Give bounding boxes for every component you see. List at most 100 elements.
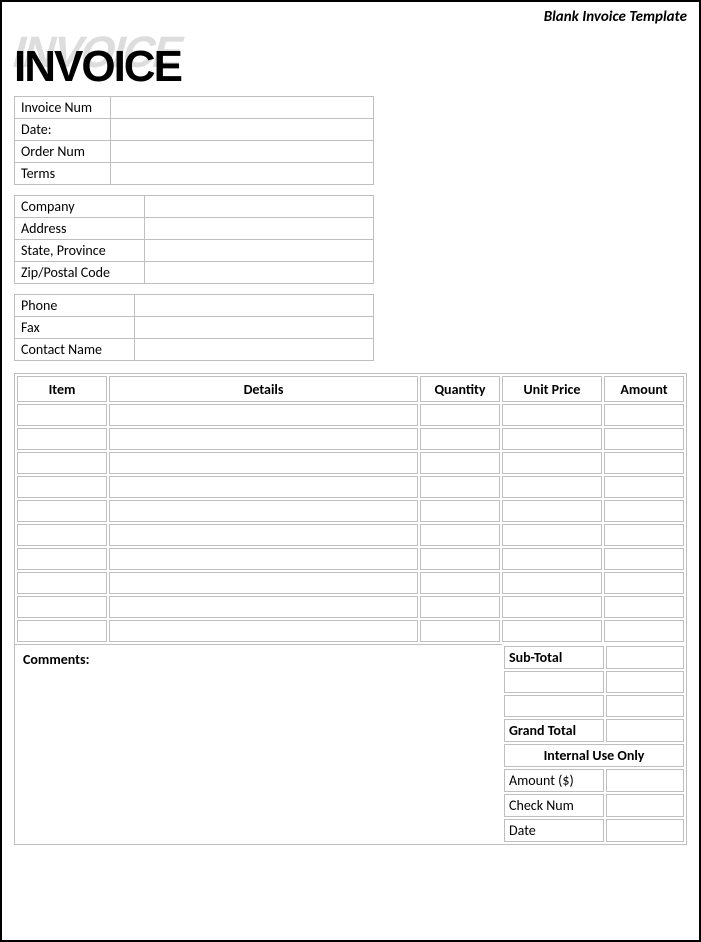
cell-quantity[interactable] <box>420 524 500 546</box>
comments-label: Comments: <box>23 651 89 668</box>
cell-details[interactable] <box>109 452 418 474</box>
cell-details[interactable] <box>109 620 418 642</box>
cell-amount[interactable] <box>604 548 684 570</box>
internal-checknum-value[interactable] <box>606 794 684 817</box>
cell-unitPrice[interactable] <box>502 548 602 570</box>
cell-item[interactable] <box>17 404 107 426</box>
contact-name-value[interactable] <box>135 339 373 360</box>
cell-details[interactable] <box>109 548 418 570</box>
totals-blank-2b[interactable] <box>606 695 684 717</box>
logo-main-text: INVOICE <box>14 42 181 92</box>
cell-unitPrice[interactable] <box>502 524 602 546</box>
cell-item[interactable] <box>17 452 107 474</box>
contact-info-block: Phone Fax Contact Name <box>14 294 374 361</box>
date-row: Date: <box>15 119 373 141</box>
state-value[interactable] <box>145 240 373 261</box>
company-value[interactable] <box>145 196 373 217</box>
comments-box[interactable]: Comments: <box>15 644 502 844</box>
subtotal-value[interactable] <box>606 646 684 669</box>
address-label: Address <box>15 218 145 239</box>
cell-item[interactable] <box>17 548 107 570</box>
bottom-area: Comments: Sub-Total <box>15 644 686 844</box>
cell-item[interactable] <box>17 620 107 642</box>
cell-details[interactable] <box>109 596 418 618</box>
order-num-value[interactable] <box>111 141 373 162</box>
cell-unitPrice[interactable] <box>502 476 602 498</box>
cell-quantity[interactable] <box>420 428 500 450</box>
cell-item[interactable] <box>17 572 107 594</box>
invoice-num-label: Invoice Num <box>15 97 111 118</box>
cell-quantity[interactable] <box>420 596 500 618</box>
cell-unitPrice[interactable] <box>502 596 602 618</box>
cell-quantity[interactable] <box>420 572 500 594</box>
table-row <box>17 572 684 594</box>
cell-amount[interactable] <box>604 476 684 498</box>
table-row <box>17 620 684 642</box>
cell-details[interactable] <box>109 404 418 426</box>
cell-details[interactable] <box>109 524 418 546</box>
date-value[interactable] <box>111 119 373 140</box>
cell-amount[interactable] <box>604 572 684 594</box>
cell-item[interactable] <box>17 500 107 522</box>
invoice-num-value[interactable] <box>111 97 373 118</box>
grandtotal-row: Grand Total <box>504 719 684 742</box>
cell-unitPrice[interactable] <box>502 404 602 426</box>
subtotal-label: Sub-Total <box>504 646 604 669</box>
cell-quantity[interactable] <box>420 404 500 426</box>
cell-details[interactable] <box>109 500 418 522</box>
internal-date-label: Date <box>504 819 604 842</box>
cell-item[interactable] <box>17 428 107 450</box>
fax-row: Fax <box>15 317 373 339</box>
cell-amount[interactable] <box>604 596 684 618</box>
phone-label: Phone <box>15 295 135 316</box>
cell-quantity[interactable] <box>420 452 500 474</box>
cell-amount[interactable] <box>604 524 684 546</box>
header-unit-price: Unit Price <box>502 376 602 402</box>
internal-amount-row: Amount ($) <box>504 769 684 792</box>
cell-unitPrice[interactable] <box>502 428 602 450</box>
cell-quantity[interactable] <box>420 620 500 642</box>
zip-value[interactable] <box>145 262 373 283</box>
terms-row: Terms <box>15 163 373 184</box>
items-header-row: Item Details Quantity Unit Price Amount <box>17 376 684 402</box>
cell-details[interactable] <box>109 476 418 498</box>
totals-blank-1b[interactable] <box>606 671 684 693</box>
cell-item[interactable] <box>17 476 107 498</box>
cell-amount[interactable] <box>604 404 684 426</box>
subtotal-row: Sub-Total <box>504 646 684 669</box>
terms-value[interactable] <box>111 163 373 184</box>
address-value[interactable] <box>145 218 373 239</box>
cell-unitPrice[interactable] <box>502 452 602 474</box>
grandtotal-value[interactable] <box>606 719 684 742</box>
cell-quantity[interactable] <box>420 500 500 522</box>
cell-details[interactable] <box>109 428 418 450</box>
internal-amount-value[interactable] <box>606 769 684 792</box>
phone-value[interactable] <box>135 295 373 316</box>
cell-details[interactable] <box>109 572 418 594</box>
grandtotal-label: Grand Total <box>504 719 604 742</box>
cell-quantity[interactable] <box>420 476 500 498</box>
table-row <box>17 452 684 474</box>
cell-amount[interactable] <box>604 620 684 642</box>
cell-unitPrice[interactable] <box>502 572 602 594</box>
cell-amount[interactable] <box>604 428 684 450</box>
internal-header-row: Internal Use Only <box>504 744 684 767</box>
cell-amount[interactable] <box>604 452 684 474</box>
cell-quantity[interactable] <box>420 548 500 570</box>
totals-blank-2a[interactable] <box>504 695 604 717</box>
fax-label: Fax <box>15 317 135 338</box>
cell-unitPrice[interactable] <box>502 500 602 522</box>
cell-amount[interactable] <box>604 500 684 522</box>
cell-unitPrice[interactable] <box>502 620 602 642</box>
fax-value[interactable] <box>135 317 373 338</box>
terms-label: Terms <box>15 163 111 184</box>
header-item: Item <box>17 376 107 402</box>
date-label: Date: <box>15 119 111 140</box>
invoice-info-block: Invoice Num Date: Order Num Terms <box>14 96 374 185</box>
template-label: Blank Invoice Template <box>14 8 687 26</box>
company-label: Company <box>15 196 145 217</box>
internal-date-value[interactable] <box>606 819 684 842</box>
totals-blank-1a[interactable] <box>504 671 604 693</box>
cell-item[interactable] <box>17 596 107 618</box>
cell-item[interactable] <box>17 524 107 546</box>
